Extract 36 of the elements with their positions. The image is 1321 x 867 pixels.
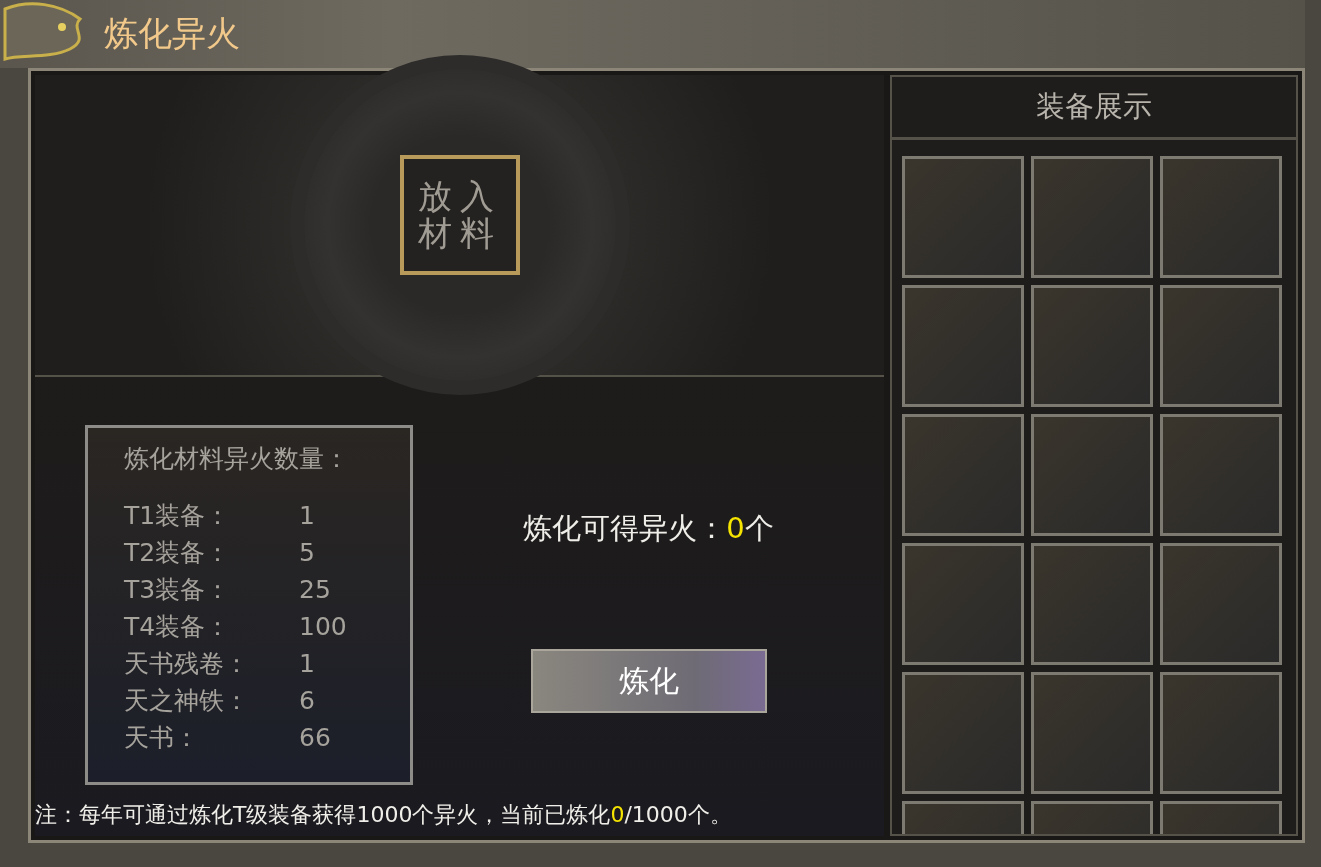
material-value: 5 — [299, 537, 315, 569]
note-text: 注：每年可通过炼化T级装备获得1000个异火，当前已炼化0/1000个。 — [35, 801, 733, 829]
material-name: T4装备： — [124, 611, 232, 643]
material-value: 1 — [299, 500, 315, 532]
equipment-slot[interactable] — [902, 156, 1024, 278]
material-name: T2装备： — [124, 537, 232, 569]
equipment-slot[interactable] — [1160, 156, 1282, 278]
equipment-slot[interactable] — [902, 672, 1024, 794]
material-value: 100 — [299, 611, 347, 643]
material-value: 25 — [299, 574, 331, 606]
material-value: 6 — [299, 685, 315, 717]
equipment-slot[interactable] — [1031, 285, 1153, 407]
material-name: 天之神铁： — [124, 685, 250, 717]
equipment-slot[interactable] — [902, 543, 1024, 665]
window-title: 炼化异火 — [104, 12, 240, 55]
equipment-slot[interactable] — [1031, 672, 1153, 794]
equipment-slot[interactable] — [1031, 543, 1153, 665]
material-name: T3装备： — [124, 574, 232, 606]
materials-title: 炼化材料异火数量： — [124, 443, 350, 475]
material-value: 66 — [299, 722, 331, 754]
result-text: 炼化可得异火：0个 — [523, 510, 774, 547]
material-name: 天书： — [124, 722, 200, 754]
material-slot[interactable]: 放入材料 — [399, 155, 520, 275]
equipment-slot[interactable] — [1160, 672, 1282, 794]
material-value: 1 — [299, 648, 315, 680]
equipment-slot[interactable] — [902, 414, 1024, 536]
refine-button[interactable]: 炼化 — [530, 649, 767, 713]
equipment-title: 装备展示 — [892, 77, 1296, 140]
equipment-slot[interactable] — [1031, 414, 1153, 536]
material-name: T1装备： — [124, 500, 232, 532]
equipment-slot[interactable] — [902, 285, 1024, 407]
equipment-slot[interactable] — [1160, 543, 1282, 665]
equipment-slot[interactable] — [1160, 285, 1282, 407]
equipment-slot[interactable] — [1031, 156, 1153, 278]
equipment-slot[interactable] — [1160, 414, 1282, 536]
material-name: 天书残卷： — [124, 648, 250, 680]
